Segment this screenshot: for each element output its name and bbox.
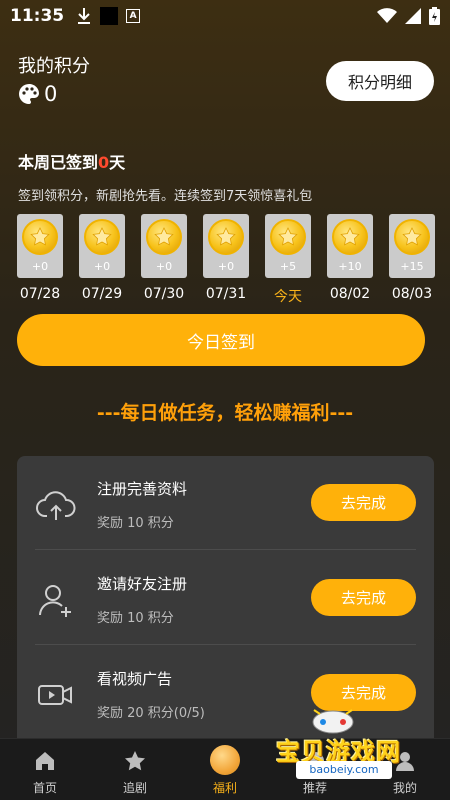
day-date: 07/28 <box>19 286 61 302</box>
day-item: +0 07/28 <box>17 214 63 302</box>
day-points: +5 <box>279 260 297 273</box>
day-date: 08/02 <box>329 286 371 302</box>
task-name: 看视频广告 <box>97 670 173 688</box>
coin-icon <box>270 219 306 255</box>
signal-icon <box>405 8 421 24</box>
day-item: +0 07/30 <box>141 214 187 302</box>
day-card: +5 <box>265 214 311 278</box>
nav-label: 我的 <box>392 781 417 795</box>
day-points: +10 <box>338 260 362 273</box>
nav-item-follow[interactable]: 追剧 <box>100 739 170 800</box>
watermark-url: baobeiy.com <box>296 761 392 779</box>
star-icon <box>125 751 145 771</box>
coin-icon <box>208 219 244 255</box>
task-name: 注册完善资料 <box>97 480 188 498</box>
points-value: 0 <box>44 82 58 106</box>
task-complete-button[interactable]: 去完成 <box>311 579 416 616</box>
video-icon <box>38 685 72 705</box>
nav-label: 福利 <box>212 781 237 795</box>
coin-icon <box>210 745 240 775</box>
notification-icon <box>100 7 119 25</box>
cloud-upload-icon <box>36 491 76 520</box>
divider <box>35 644 416 645</box>
wifi-icon <box>377 8 397 23</box>
week-checkin-title: 本周已签到0天 <box>18 149 125 173</box>
day-item: +10 08/02 <box>327 214 373 302</box>
day-card: +0 <box>203 214 249 278</box>
day-date: 07/30 <box>143 286 185 302</box>
nav-item-welfare[interactable]: 福利 <box>190 739 260 800</box>
nav-item-home[interactable]: 首页 <box>10 739 80 800</box>
home-icon <box>36 752 54 770</box>
task-item-profile: 注册完善资料 奖励 10 积分 去完成 <box>35 456 416 550</box>
week-title-suffix: 天 <box>109 153 126 172</box>
week-title-prefix: 本周已签到 <box>18 153 99 172</box>
day-item: +0 07/29 <box>79 214 125 302</box>
day-card: +15 <box>389 214 435 278</box>
day-points: +0 <box>31 260 49 273</box>
task-reward: 奖励 20 积分(0/5) <box>97 706 205 721</box>
task-complete-button[interactable]: 去完成 <box>311 484 416 521</box>
coin-icon <box>332 219 368 255</box>
coin-icon <box>84 219 120 255</box>
task-name: 邀请好友注册 <box>97 575 188 593</box>
divider <box>35 549 416 550</box>
watermark: 宝贝游戏网 baobeiy.com <box>276 704 448 779</box>
task-reward: 奖励 10 积分 <box>97 611 174 626</box>
nav-label: 追剧 <box>122 781 147 795</box>
task-list: 注册完善资料 奖励 10 积分 去完成 邀请好友注册 奖励 10 积分 去完成 … <box>17 456 434 746</box>
day-card: +0 <box>79 214 125 278</box>
coin-icon <box>146 219 182 255</box>
day-card: +0 <box>141 214 187 278</box>
day-points: +0 <box>217 260 235 273</box>
points-row: 0 <box>18 82 57 106</box>
week-days-count: 0 <box>98 153 110 172</box>
day-date: 今天 <box>274 289 302 305</box>
day-date: 07/31 <box>205 286 247 302</box>
coin-icon <box>394 219 430 255</box>
day-date: 07/29 <box>81 286 123 302</box>
day-card: +0 <box>17 214 63 278</box>
coin-icon <box>22 219 58 255</box>
day-item: +0 07/31 <box>203 214 249 302</box>
nav-label: 首页 <box>32 781 57 795</box>
day-item-today: +5 今天 <box>265 214 311 306</box>
checkin-today-button[interactable]: 今日签到 <box>17 314 425 366</box>
task-item-invite: 邀请好友注册 奖励 10 积分 去完成 <box>35 551 416 645</box>
day-item: +15 08/03 <box>389 214 435 302</box>
day-points: +0 <box>155 260 173 273</box>
day-card: +10 <box>327 214 373 278</box>
status-time: 11:35 <box>10 6 65 26</box>
day-date: 08/03 <box>391 286 433 302</box>
points-label: 我的积分 <box>18 56 90 77</box>
day-points: +0 <box>93 260 111 273</box>
keyboard-badge-icon: A <box>126 9 141 23</box>
status-bar: 11:35 A <box>0 0 450 32</box>
gamepad-icon <box>312 709 354 734</box>
points-detail-button[interactable]: 积分明细 <box>326 61 434 101</box>
download-icon <box>78 8 91 24</box>
task-reward: 奖励 10 积分 <box>97 516 174 531</box>
add-user-icon <box>39 585 71 617</box>
palette-icon <box>19 84 39 104</box>
tasks-heading: ---每日做任务，轻松赚福利--- <box>96 402 354 424</box>
week-description: 签到领积分，新剧抢先看。连续签到7天领惊喜礼包 <box>18 189 313 204</box>
battery-icon <box>429 7 440 25</box>
nav-label: 推荐 <box>302 781 327 795</box>
day-points: +15 <box>400 260 424 273</box>
